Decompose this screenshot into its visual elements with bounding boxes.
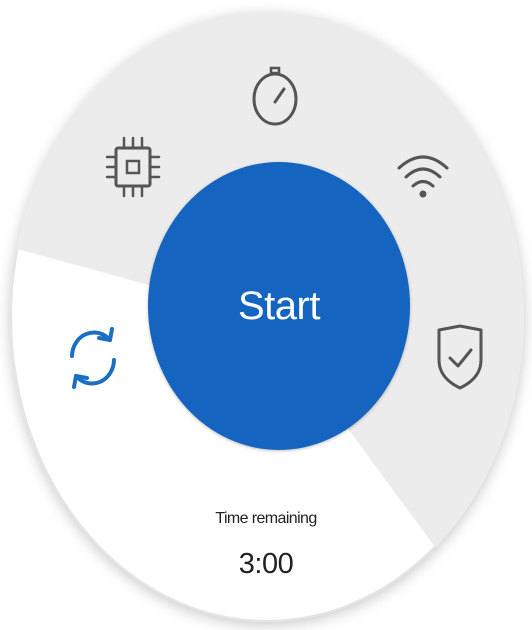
shield-check-icon[interactable] xyxy=(434,322,486,392)
processor-icon[interactable] xyxy=(104,134,162,200)
wifi-icon[interactable] xyxy=(394,148,452,202)
start-button[interactable]: Start xyxy=(148,162,410,450)
speedometer-icon[interactable] xyxy=(250,64,300,130)
app-window: Start Time remaining 3:00 xyxy=(0,0,532,630)
refresh-icon[interactable] xyxy=(64,326,122,390)
time-remaining-label: Time remaining xyxy=(215,510,317,527)
time-remaining-value: 3:00 xyxy=(238,548,294,580)
